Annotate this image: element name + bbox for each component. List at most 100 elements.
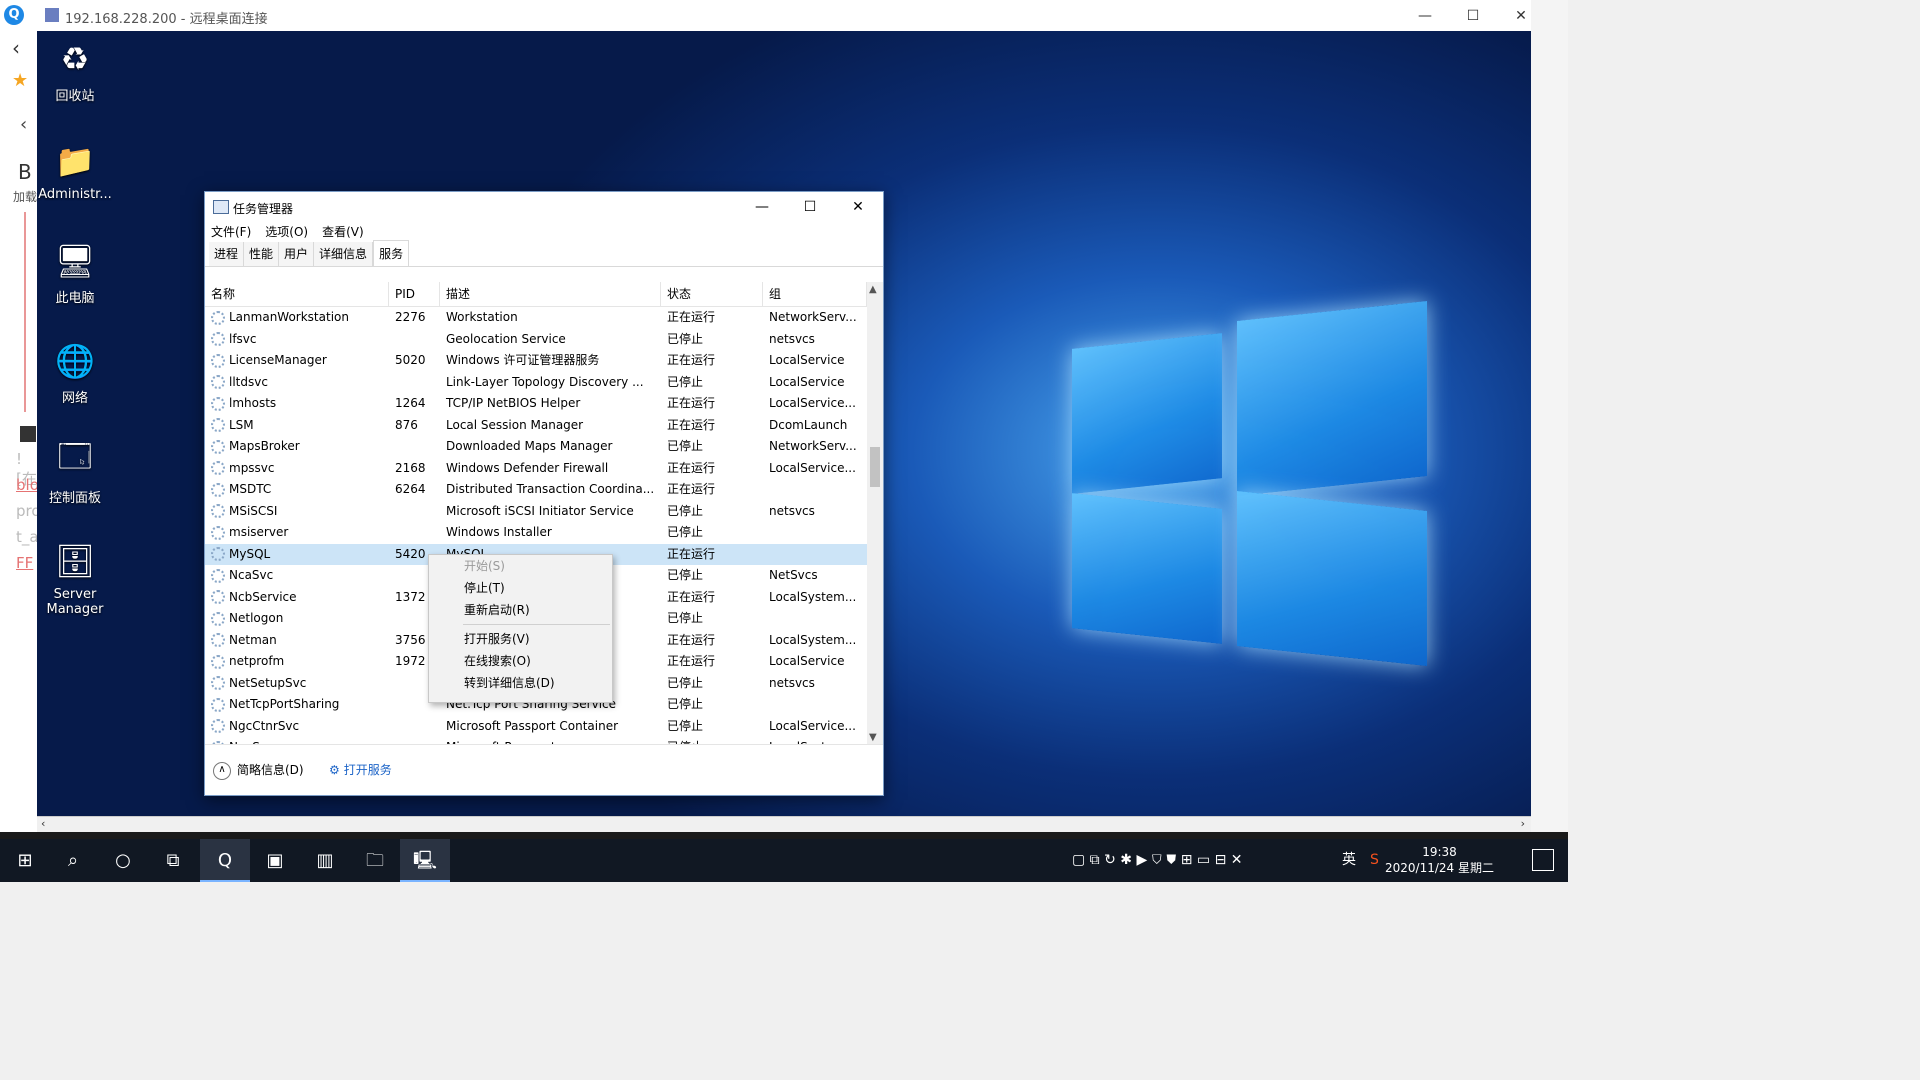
table-row[interactable]: MSDTC 6264 Distributed Transaction Coordin…: [205, 479, 867, 501]
task-manager-title: 任务管理器: [233, 202, 294, 216]
cell-pid: 1264: [395, 396, 426, 410]
browser-app-icon[interactable]: Q: [4, 5, 24, 25]
table-row[interactable]: mpssvc 2168 Windows Defender Firewall 正在运行 L…: [205, 458, 867, 480]
cell-status: 已停止: [667, 503, 704, 518]
cell-status: 正在运行: [667, 632, 716, 647]
cell-group: LocalService...: [769, 718, 856, 733]
cell-pid: 2168: [395, 460, 426, 475]
cell-name: NcaSvc: [205, 565, 389, 587]
task-view-icon[interactable]: ⧉: [148, 839, 198, 882]
taskbar-archive-icon[interactable]: ▥: [300, 839, 350, 882]
taskbar-clock[interactable]: 19:38 2020/11/24 星期二: [1385, 844, 1494, 876]
taskbar-vm-icon[interactable]: ▣: [250, 839, 300, 882]
context-start[interactable]: 开始(S): [429, 555, 612, 577]
tab-processes[interactable]: 进程: [209, 242, 245, 266]
menu-file[interactable]: 文件(F): [211, 222, 251, 242]
table-row[interactable]: LicenseManager 5020 Windows 许可证管理器服务 正在运行 Lo…: [205, 350, 867, 372]
rdp-minimize-button[interactable]: —: [1403, 4, 1447, 28]
back-icon[interactable]: ‹: [12, 36, 20, 60]
taskbar-file-explorer-icon[interactable]: 🗀: [350, 839, 400, 882]
local-status-strip: [0, 832, 1568, 839]
service-name: LanmanWorkstation: [229, 310, 349, 324]
ime-app-icon[interactable]: S: [1370, 839, 1379, 882]
tm-maximize-button[interactable]: ☐: [787, 192, 833, 222]
cell-group: LocalService: [769, 374, 845, 389]
search-icon[interactable]: ⌕: [48, 839, 98, 882]
scroll-right-icon[interactable]: ›: [1521, 817, 1525, 830]
collapse-icon[interactable]: ‹: [20, 114, 27, 135]
rdp-title-bar[interactable]: 192.168.228.200 - 远程桌面连接 — ☐ ✕: [37, 0, 1531, 32]
context-search-online[interactable]: 在线搜索(O): [429, 650, 612, 672]
cell-desc: Windows 许可证管理器服务: [446, 353, 600, 367]
tm-close-button[interactable]: ✕: [835, 192, 881, 222]
column-header-name[interactable]: 名称: [205, 282, 389, 306]
cell-desc: TCP/IP NetBIOS Helper: [446, 396, 581, 410]
column-header-description[interactable]: 描述: [440, 282, 661, 306]
cell-name: LicenseManager: [205, 350, 389, 372]
scrollbar-thumb[interactable]: [870, 447, 880, 487]
cell-desc: Link-Layer Topology Discovery ...: [446, 374, 644, 389]
start-button-icon[interactable]: ⊞: [0, 839, 50, 882]
task-manager-title-bar[interactable]: 任务管理器 — ☐ ✕: [205, 192, 883, 222]
table-row[interactable]: lfsvc Geolocation Service 已停止 netsvcs: [205, 329, 867, 351]
table-row[interactable]: LSM 876 Local Session Manager 正在运行 DcomLaunc…: [205, 415, 867, 437]
table-row[interactable]: lltdsvc Link-Layer Topology Discovery ...…: [205, 372, 867, 394]
taskbar-browser-icon[interactable]: Q: [200, 839, 250, 882]
tab-performance[interactable]: 性能: [244, 242, 280, 266]
cell-group: NetworkServ...: [769, 439, 857, 453]
context-stop[interactable]: 停止(T): [429, 577, 612, 599]
cell-name: MySQL: [205, 544, 389, 566]
cell-group: LocalSystem...: [769, 589, 857, 604]
context-open-services[interactable]: 打开服务(V): [429, 628, 612, 650]
context-go-to-details[interactable]: 转到详细信息(D): [429, 672, 612, 694]
menu-options[interactable]: 选项(O): [265, 222, 308, 242]
open-services-link[interactable]: ⚙ 打开服务: [329, 761, 392, 778]
desktop-icon-this-pc[interactable]: 🖥 此电脑: [37, 239, 115, 306]
cell-group: NetSvcs: [769, 568, 818, 582]
cell-group: netsvcs: [769, 503, 815, 518]
table-row[interactable]: NgcCtnrSvc Microsoft Passport Container 已停…: [205, 716, 867, 738]
table-row[interactable]: msiserver Windows Installer 已停止: [205, 522, 867, 544]
cell-name: MSiSCSI: [205, 501, 389, 523]
table-row[interactable]: MapsBroker Downloaded Maps Manager 已停止 Netw…: [205, 436, 867, 458]
cell-desc: Workstation: [446, 310, 518, 324]
tm-minimize-button[interactable]: —: [739, 192, 785, 222]
editor-fragment: FF: [16, 554, 34, 572]
column-header-status[interactable]: 状态: [661, 282, 763, 306]
desktop-icon-administrator[interactable]: 📁 Administr...: [37, 139, 115, 202]
cell-status: 正在运行: [667, 310, 716, 324]
rdp-horizontal-scrollbar[interactable]: ‹ ›: [37, 816, 1531, 833]
table-row[interactable]: MSiSCSI Microsoft iSCSI Initiator Service…: [205, 501, 867, 523]
table-row[interactable]: LanmanWorkstation 2276 Workstation 正在运行 Netw…: [205, 307, 867, 329]
scroll-left-icon[interactable]: ‹: [41, 817, 45, 830]
tab-services[interactable]: 服务: [373, 240, 410, 266]
control-panel-icon: 🗔: [57, 437, 93, 475]
tab-details[interactable]: 详细信息: [314, 242, 374, 266]
services-scrollbar[interactable]: ▲ ▼: [867, 282, 883, 745]
desktop-icon-server-manager[interactable]: 🗄 Server Manager: [37, 539, 115, 617]
desktop-icon-control-panel[interactable]: 🗔 控制面板: [37, 437, 115, 506]
star-icon[interactable]: ★: [12, 70, 28, 91]
scroll-up-icon[interactable]: ▲: [869, 284, 877, 295]
fewer-details-button[interactable]: ∧ 简略信息(D): [213, 761, 304, 780]
column-header-group[interactable]: 组: [763, 282, 867, 306]
rdp-app-icon: [45, 8, 59, 22]
taskbar-rdp-icon[interactable]: 🖳: [400, 839, 450, 882]
context-restart[interactable]: 重新启动(R): [429, 599, 612, 621]
column-header-pid[interactable]: PID: [389, 282, 440, 306]
chevron-up-icon: ∧: [213, 761, 231, 780]
ime-indicator[interactable]: 英: [1342, 839, 1356, 882]
tab-users[interactable]: 用户: [279, 242, 315, 266]
table-row[interactable]: lmhosts 1264 TCP/IP NetBIOS Helper 正在运行 Loca…: [205, 393, 867, 415]
tray-icons[interactable]: ▢ ⧉ ↻ ✱ ▶ ⛉ ⛊ ⊞ ▭ ⊟ ✕: [1072, 839, 1243, 882]
service-gear-icon: [211, 439, 225, 454]
notification-icon[interactable]: [1532, 849, 1554, 871]
service-gear-icon: [211, 525, 225, 540]
service-gear-icon: [211, 353, 225, 368]
cortana-icon[interactable]: ○: [98, 839, 148, 882]
rdp-maximize-button[interactable]: ☐: [1451, 4, 1495, 28]
menu-view[interactable]: 查看(V): [322, 222, 364, 242]
desktop-icon-network[interactable]: 🌐 网络: [37, 339, 115, 406]
desktop-icon-recycle-bin[interactable]: ♻ 回收站: [37, 37, 115, 104]
scroll-down-icon[interactable]: ▼: [869, 732, 877, 743]
